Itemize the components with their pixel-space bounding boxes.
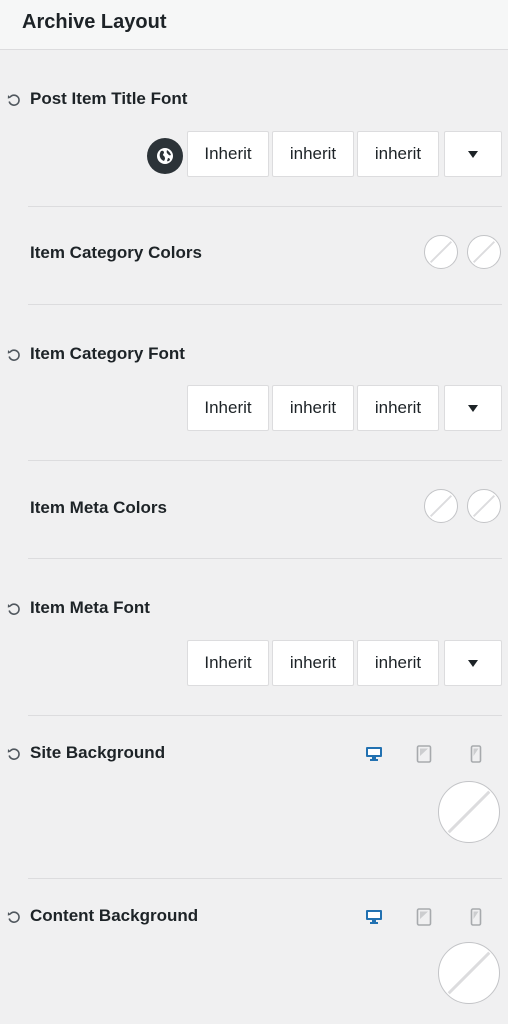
font-options-dropdown[interactable] [444, 385, 502, 431]
setting-label: Post Item Title Font [30, 89, 188, 108]
background-color-swatch[interactable] [438, 781, 500, 843]
font-family-button[interactable]: Inherit [187, 385, 269, 431]
desktop-icon[interactable] [364, 744, 384, 764]
setting-label: Content Background [30, 906, 199, 925]
color-swatch-hover[interactable] [467, 489, 501, 523]
desktop-icon[interactable] [364, 907, 384, 927]
globe-icon[interactable] [147, 138, 183, 174]
font-family-button[interactable]: Inherit [187, 640, 269, 686]
mobile-icon[interactable] [466, 907, 486, 927]
font-family-button[interactable]: Inherit [187, 131, 269, 177]
reset-icon[interactable] [7, 348, 21, 362]
caret-down-icon [468, 404, 478, 412]
line-height-button[interactable]: inherit [357, 131, 439, 177]
line-height-button[interactable]: inherit [357, 385, 439, 431]
color-swatch-initial[interactable] [424, 235, 458, 269]
font-size-button[interactable]: inherit [272, 131, 354, 177]
setting-label: Site Background [30, 743, 166, 762]
reset-icon[interactable] [7, 910, 21, 924]
font-controls: Inherit inherit inherit [0, 640, 508, 686]
tablet-icon[interactable] [414, 744, 434, 764]
caret-down-icon [468, 150, 478, 158]
mobile-icon[interactable] [466, 744, 486, 764]
panel-header: Archive Layout [0, 0, 508, 50]
font-controls: Inherit inherit inherit [0, 131, 508, 177]
divider [28, 460, 502, 461]
font-size-button[interactable]: inherit [272, 385, 354, 431]
reset-icon[interactable] [7, 602, 21, 616]
line-height-button[interactable]: inherit [357, 640, 439, 686]
font-options-dropdown[interactable] [444, 131, 502, 177]
font-options-dropdown[interactable] [444, 640, 502, 686]
caret-down-icon [468, 659, 478, 667]
background-color-swatch[interactable] [438, 942, 500, 1004]
font-controls: Inherit inherit inherit [0, 385, 508, 431]
divider [28, 715, 502, 716]
reset-icon[interactable] [7, 93, 21, 107]
reset-icon[interactable] [7, 747, 21, 761]
panel-title: Archive Layout [22, 11, 167, 33]
setting-label: Item Meta Font [30, 598, 150, 617]
tablet-icon[interactable] [414, 907, 434, 927]
setting-label: Item Category Colors [30, 243, 202, 262]
divider [28, 206, 502, 207]
setting-label: Item Meta Colors [30, 498, 167, 517]
color-swatch-hover[interactable] [467, 235, 501, 269]
divider [28, 558, 502, 559]
divider [28, 304, 502, 305]
font-size-button[interactable]: inherit [272, 640, 354, 686]
setting-label: Item Category Font [30, 344, 185, 363]
color-swatch-initial[interactable] [424, 489, 458, 523]
divider [28, 878, 502, 879]
